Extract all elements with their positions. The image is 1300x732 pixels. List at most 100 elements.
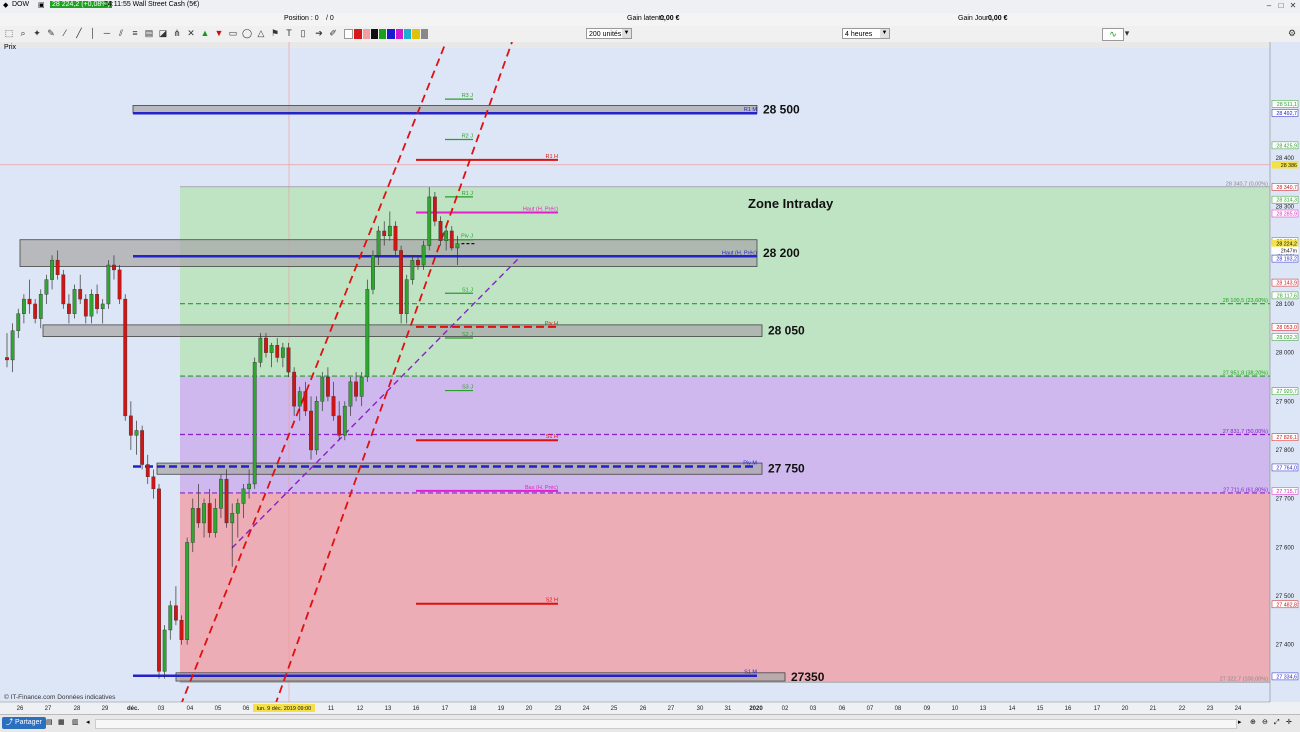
color-swatch-green[interactable] bbox=[379, 29, 387, 39]
layout-icon[interactable]: ▥ bbox=[72, 717, 79, 729]
share-label: Partager bbox=[14, 719, 42, 726]
candle-body bbox=[326, 376, 330, 397]
candle-body bbox=[95, 294, 99, 310]
x-tick-label: 20 bbox=[526, 706, 533, 712]
color-swatch-cyan[interactable] bbox=[404, 29, 412, 39]
grid-icon[interactable]: ▦ bbox=[58, 717, 65, 729]
bottom-bar: ⤴ Partager ▤ ▦ ▥ ◂ ▸ ⊕ ⊖ ⤢ ✛ bbox=[0, 714, 1300, 732]
fib-label: 27 322,7 (100,00%) bbox=[1220, 677, 1268, 683]
x-tick-label: 16 bbox=[413, 706, 420, 712]
copyright-text: © IT-Finance.com Données indicatives bbox=[4, 693, 116, 701]
color-swatch-magenta[interactable] bbox=[395, 29, 404, 39]
x-tick-label: 13 bbox=[980, 706, 987, 712]
candle-body bbox=[106, 264, 111, 305]
color-swatch-gray[interactable] bbox=[420, 29, 428, 39]
color-swatch-yellow[interactable] bbox=[412, 29, 420, 39]
color-swatch-black[interactable] bbox=[370, 29, 379, 39]
chevron-down-icon[interactable]: ▼ bbox=[880, 29, 889, 38]
candle-body bbox=[320, 376, 325, 402]
x-tick-label: 12 bbox=[357, 706, 364, 712]
x-tick-label: 17 bbox=[1094, 706, 1101, 712]
line-icon[interactable]: ⁄ bbox=[60, 28, 70, 39]
scroll-right-icon[interactable]: ▸ bbox=[1238, 717, 1242, 729]
magnet-icon[interactable]: ✦ bbox=[32, 28, 42, 39]
color-palette[interactable] bbox=[344, 29, 428, 39]
candle-body bbox=[145, 464, 150, 477]
candle-body bbox=[399, 250, 403, 314]
y-tick-label: 27 500 bbox=[1276, 594, 1295, 600]
fib-label: 28 340,7 (0,00%) bbox=[1226, 181, 1268, 187]
horizontal-line-icon[interactable]: ─ bbox=[102, 28, 112, 39]
vertical-line-icon[interactable]: │ bbox=[88, 28, 98, 39]
chevron-down-icon[interactable]: ▾ bbox=[1122, 28, 1132, 39]
settings-icon[interactable]: ⚙ bbox=[1287, 28, 1297, 39]
arrow-down-icon[interactable]: ▼ bbox=[214, 28, 224, 39]
zone-label: 28 500 bbox=[763, 102, 800, 116]
y-tag-label: 28 511,1 bbox=[1277, 102, 1297, 108]
y-tag-label: 28 193,2 bbox=[1276, 257, 1297, 263]
x-tick-label: 10 bbox=[952, 706, 959, 712]
arrow-right-icon[interactable]: ➔ bbox=[314, 28, 324, 39]
horizontal-scrollbar[interactable] bbox=[95, 719, 1237, 729]
candle-body bbox=[455, 243, 460, 249]
y-tick-label: 27 400 bbox=[1276, 643, 1295, 649]
eraser-icon[interactable]: ◪ bbox=[158, 28, 168, 39]
maximize-icon[interactable]: □ bbox=[1276, 1, 1286, 11]
zoom-out-icon[interactable]: ⊖ bbox=[1262, 717, 1268, 729]
timeframe-select[interactable]: 4 heures ▼ bbox=[842, 28, 890, 39]
trendline-icon[interactable]: ╱ bbox=[74, 28, 84, 39]
lock-icon[interactable]: ▣ bbox=[38, 1, 45, 9]
color-swatch-red[interactable] bbox=[354, 29, 362, 39]
share-button[interactable]: ⤴ Partager bbox=[2, 717, 46, 729]
pencil-icon[interactable]: ✎ bbox=[46, 28, 56, 39]
triangle-icon[interactable]: △ bbox=[256, 28, 266, 39]
candle-body bbox=[38, 294, 43, 319]
y-tag-label: 28 117,6 bbox=[1277, 293, 1297, 299]
zoom-in-icon[interactable]: ⊕ bbox=[1250, 717, 1256, 729]
cursor-toggle-icon[interactable]: ✛ bbox=[1286, 717, 1292, 729]
candle-body bbox=[371, 255, 375, 290]
color-swatch-blue[interactable] bbox=[387, 29, 395, 39]
pivot-label: S2 J bbox=[462, 332, 473, 338]
y-tick-label: 28 000 bbox=[1276, 351, 1295, 357]
ellipse-icon[interactable]: ◯ bbox=[242, 28, 252, 39]
trash-icon[interactable]: ▤ bbox=[144, 28, 154, 39]
candle-body bbox=[196, 508, 201, 524]
minimize-icon[interactable]: – bbox=[1264, 1, 1274, 11]
x-tick-label: 24 bbox=[583, 706, 590, 712]
x-axis-bg bbox=[0, 702, 1300, 714]
note-icon[interactable]: ▯ bbox=[298, 28, 308, 39]
units-select[interactable]: 200 unités ▼ bbox=[586, 28, 632, 39]
x-tick-label: 19 bbox=[498, 706, 505, 712]
flag-icon[interactable]: ⚑ bbox=[270, 28, 280, 39]
pen-icon[interactable]: ✐ bbox=[328, 28, 338, 39]
chart-type-icon[interactable]: ∿ bbox=[1102, 28, 1124, 41]
arrow-up-icon[interactable]: ▲ bbox=[200, 28, 210, 39]
rectangle-icon[interactable]: ▭ bbox=[228, 28, 238, 39]
zone-label: 27350 bbox=[791, 670, 825, 684]
indicator-icon[interactable]: ▤ bbox=[46, 717, 53, 729]
x-tick-label: 06 bbox=[243, 706, 250, 712]
y-tick-label: 27 900 bbox=[1276, 399, 1295, 405]
zoom-icon[interactable]: ⌕ bbox=[18, 28, 28, 39]
price-chart[interactable]: 28 340,7 (0,00%) 28 100,5 (23,60%) 27 951,… bbox=[0, 42, 1300, 714]
chevron-down-icon[interactable]: ▼ bbox=[622, 29, 631, 38]
text-icon[interactable]: T bbox=[284, 28, 294, 39]
pitchfork-icon[interactable]: ⋔ bbox=[172, 28, 182, 39]
x-tick-label: 11 bbox=[328, 706, 335, 712]
fit-icon[interactable]: ⤢ bbox=[1274, 717, 1280, 729]
fibonacci-icon[interactable]: ≡ bbox=[130, 28, 140, 39]
color-swatch-white[interactable] bbox=[344, 29, 354, 39]
quote-badge: 28 224,2 (+0,08%) bbox=[50, 1, 112, 8]
color-swatch-pink[interactable] bbox=[362, 29, 370, 39]
close-icon[interactable]: ✕ bbox=[1288, 1, 1298, 11]
candle-body bbox=[393, 225, 398, 251]
y-tag-label: 27 764,0 bbox=[1276, 465, 1297, 471]
cross-icon[interactable]: ✕ bbox=[186, 28, 196, 39]
channel-icon[interactable]: ⫽ bbox=[116, 28, 126, 39]
scroll-left-icon[interactable]: ◂ bbox=[86, 717, 90, 729]
candle-body bbox=[128, 415, 133, 436]
candle-body bbox=[185, 542, 190, 640]
cursor-icon[interactable]: ⬚ bbox=[4, 28, 14, 39]
x-tick-label: 17 bbox=[442, 706, 449, 712]
